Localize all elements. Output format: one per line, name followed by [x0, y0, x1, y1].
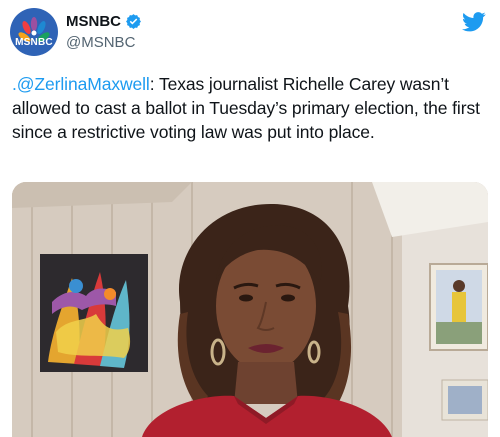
display-name[interactable]: MSNBC	[66, 13, 121, 30]
tweet-text: .@ZerlinaMaxwell: Texas journalist Riche…	[12, 72, 492, 144]
avatar-logo-text: MSNBC	[15, 37, 53, 48]
wall-painting-left	[40, 254, 148, 372]
avatar[interactable]: MSNBC	[10, 8, 58, 56]
account-handle[interactable]: @MSNBC	[66, 34, 135, 51]
tweet-video[interactable]	[12, 182, 488, 437]
twitter-bird-icon[interactable]	[462, 12, 486, 32]
peacock-logo-icon	[18, 17, 50, 42]
video-frame-image	[12, 182, 488, 437]
verified-badge-icon	[126, 13, 141, 29]
wall-photo-right	[429, 263, 488, 351]
tweet-card: MSNBC MSNBC @MSNBC .@ZerlinaMaxwell: Tex…	[0, 0, 500, 437]
tweet-header: MSNBC MSNBC @MSNBC	[0, 0, 500, 62]
mention-link[interactable]: .@ZerlinaMaxwell	[12, 74, 150, 94]
display-name-row[interactable]: MSNBC	[66, 11, 142, 31]
